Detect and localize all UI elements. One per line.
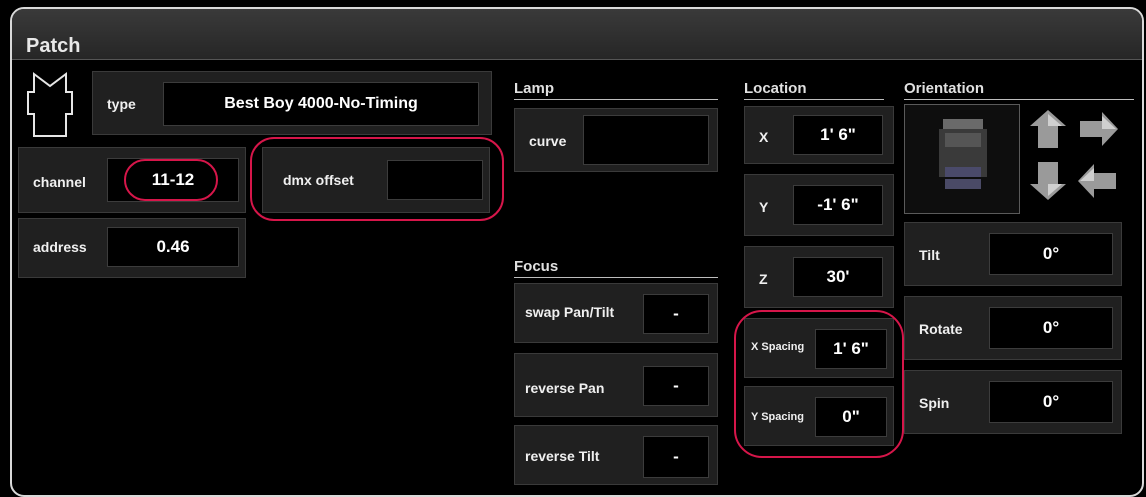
spin-label: Spin (919, 395, 950, 411)
focus-heading: Focus (514, 258, 718, 278)
swap-pan-tilt-panel: swap Pan/Tilt - (514, 283, 718, 343)
reverse-pan-label: reverse Pan (525, 380, 605, 396)
rotate-up-icon[interactable] (1026, 108, 1070, 150)
y-spacing-panel: Y Spacing 0" (744, 386, 894, 446)
dmx-offset-label: dmx offset (283, 172, 354, 188)
dmx-offset-panel: dmx offset (262, 147, 490, 213)
z-label: Z (759, 271, 768, 287)
rotate-down-icon[interactable] (1026, 160, 1070, 202)
y-field[interactable]: -1' 6" (793, 185, 883, 225)
z-panel: Z 30' (744, 246, 894, 308)
x-spacing-field[interactable]: 1' 6" (815, 329, 887, 369)
spin-field[interactable]: 0° (989, 381, 1113, 423)
swap-pan-tilt-field[interactable]: - (643, 294, 709, 334)
fixture-outline-icon (27, 72, 73, 137)
reverse-tilt-panel: reverse Tilt - (514, 425, 718, 485)
reverse-tilt-field[interactable]: - (643, 436, 709, 478)
location-heading: Location (744, 80, 884, 100)
address-label: address (33, 239, 87, 255)
lamp-heading: Lamp (514, 80, 718, 100)
x-field[interactable]: 1' 6" (793, 115, 883, 155)
tilt-panel: Tilt 0° (904, 222, 1122, 286)
z-field[interactable]: 30' (793, 257, 883, 297)
y-spacing-field[interactable]: 0" (815, 397, 887, 437)
reverse-pan-panel: reverse Pan - (514, 353, 718, 417)
window-title: Patch (26, 35, 81, 57)
swap-pan-tilt-label: swap Pan/Tilt (525, 304, 615, 320)
fixture-preview-panel (904, 104, 1020, 214)
curve-panel: curve (514, 108, 718, 172)
curve-field[interactable] (583, 115, 709, 165)
spin-panel: Spin 0° (904, 370, 1122, 434)
x-label: X (759, 129, 769, 145)
address-field[interactable]: 0.46 (107, 227, 239, 267)
dmx-offset-field[interactable] (387, 160, 483, 200)
tilt-field[interactable]: 0° (989, 233, 1113, 275)
rotate-panel: Rotate 0° (904, 296, 1122, 360)
type-panel: type Best Boy 4000-No-Timing (92, 71, 492, 135)
type-field[interactable]: Best Boy 4000-No-Timing (163, 82, 479, 126)
orientation-heading: Orientation (904, 80, 1134, 100)
type-label: type (107, 96, 136, 112)
reverse-pan-field[interactable]: - (643, 366, 709, 406)
x-spacing-panel: X Spacing 1' 6" (744, 318, 894, 378)
rotate-right-icon[interactable] (1076, 108, 1120, 150)
y-panel: Y -1' 6" (744, 174, 894, 236)
channel-label: channel (33, 174, 86, 190)
rotate-label: Rotate (919, 321, 963, 337)
x-panel: X 1' 6" (744, 106, 894, 164)
fixture-preview-icon (939, 119, 987, 189)
rotate-field[interactable]: 0° (989, 307, 1113, 349)
channel-panel: channel 11-12 (18, 147, 246, 213)
address-panel: address 0.46 (18, 218, 246, 278)
channel-field[interactable]: 11-12 (107, 158, 239, 202)
rotate-left-icon[interactable] (1076, 160, 1120, 202)
curve-label: curve (529, 133, 567, 149)
x-spacing-label: X Spacing (751, 341, 805, 353)
y-label: Y (759, 199, 769, 215)
y-spacing-label: Y Spacing (751, 411, 804, 423)
title-bar: Patch (12, 9, 1142, 60)
reverse-tilt-label: reverse Tilt (525, 448, 600, 464)
tilt-label: Tilt (919, 247, 940, 263)
